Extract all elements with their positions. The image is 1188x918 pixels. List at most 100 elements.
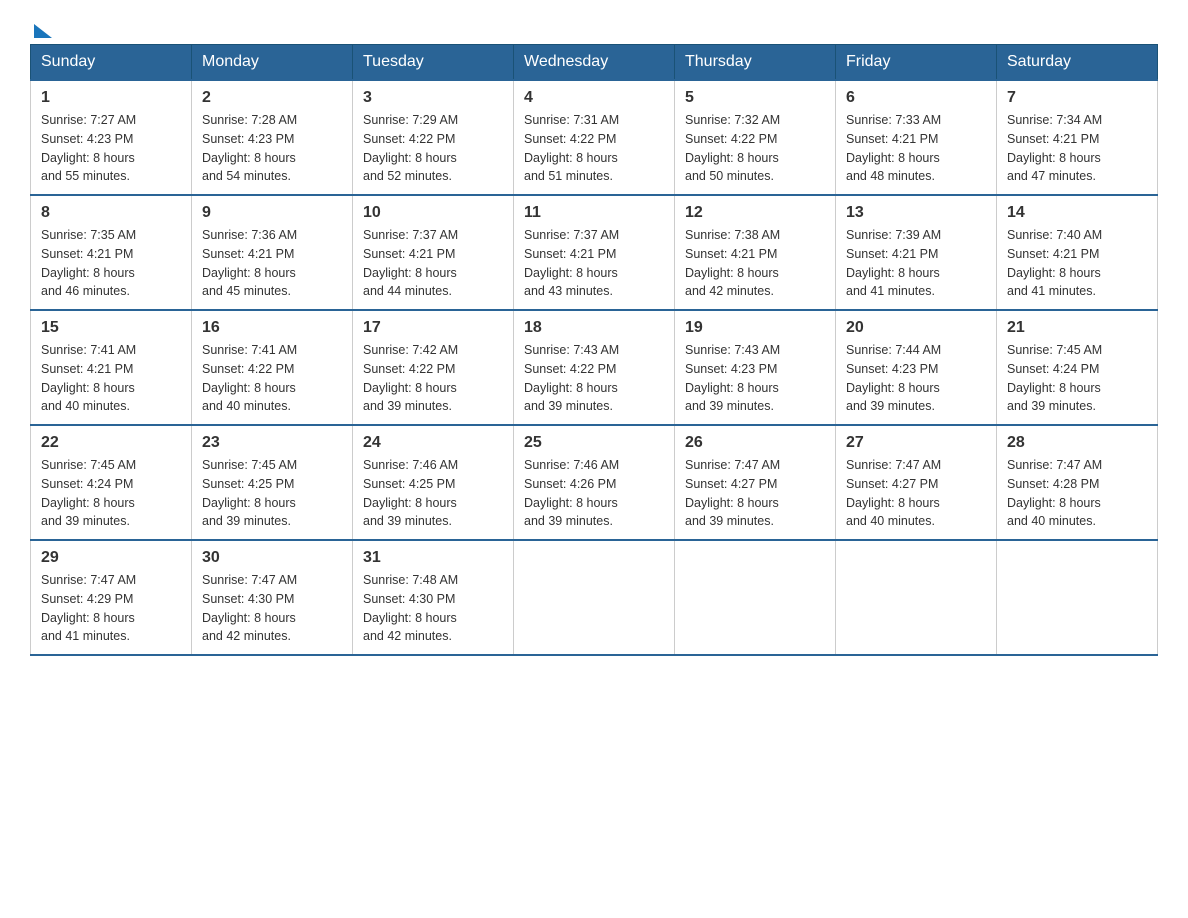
day-info: Sunrise: 7:37 AMSunset: 4:21 PMDaylight:…: [524, 226, 664, 301]
calendar-cell: 27 Sunrise: 7:47 AMSunset: 4:27 PMDaylig…: [836, 425, 997, 540]
calendar-header-row: SundayMondayTuesdayWednesdayThursdayFrid…: [31, 45, 1158, 81]
day-number: 14: [1007, 204, 1147, 222]
calendar-day-header: Wednesday: [514, 45, 675, 81]
calendar-cell: 7 Sunrise: 7:34 AMSunset: 4:21 PMDayligh…: [997, 80, 1158, 195]
calendar-cell: 10 Sunrise: 7:37 AMSunset: 4:21 PMDaylig…: [353, 195, 514, 310]
day-info: Sunrise: 7:47 AMSunset: 4:28 PMDaylight:…: [1007, 456, 1147, 531]
calendar-cell: [675, 540, 836, 655]
calendar-cell: 12 Sunrise: 7:38 AMSunset: 4:21 PMDaylig…: [675, 195, 836, 310]
day-info: Sunrise: 7:35 AMSunset: 4:21 PMDaylight:…: [41, 226, 181, 301]
calendar-cell: 24 Sunrise: 7:46 AMSunset: 4:25 PMDaylig…: [353, 425, 514, 540]
calendar-day-header: Monday: [192, 45, 353, 81]
day-number: 29: [41, 549, 181, 567]
day-info: Sunrise: 7:27 AMSunset: 4:23 PMDaylight:…: [41, 111, 181, 186]
day-number: 7: [1007, 89, 1147, 107]
calendar-cell: 30 Sunrise: 7:47 AMSunset: 4:30 PMDaylig…: [192, 540, 353, 655]
calendar-cell: 28 Sunrise: 7:47 AMSunset: 4:28 PMDaylig…: [997, 425, 1158, 540]
day-number: 30: [202, 549, 342, 567]
day-info: Sunrise: 7:47 AMSunset: 4:29 PMDaylight:…: [41, 571, 181, 646]
day-number: 31: [363, 549, 503, 567]
day-number: 17: [363, 319, 503, 337]
day-info: Sunrise: 7:46 AMSunset: 4:26 PMDaylight:…: [524, 456, 664, 531]
day-number: 10: [363, 204, 503, 222]
calendar-week-row: 1 Sunrise: 7:27 AMSunset: 4:23 PMDayligh…: [31, 80, 1158, 195]
calendar-cell: 19 Sunrise: 7:43 AMSunset: 4:23 PMDaylig…: [675, 310, 836, 425]
calendar-week-row: 29 Sunrise: 7:47 AMSunset: 4:29 PMDaylig…: [31, 540, 1158, 655]
calendar-week-row: 15 Sunrise: 7:41 AMSunset: 4:21 PMDaylig…: [31, 310, 1158, 425]
day-number: 5: [685, 89, 825, 107]
logo: [30, 20, 52, 34]
day-info: Sunrise: 7:41 AMSunset: 4:21 PMDaylight:…: [41, 341, 181, 416]
calendar-cell: 9 Sunrise: 7:36 AMSunset: 4:21 PMDayligh…: [192, 195, 353, 310]
calendar-cell: 22 Sunrise: 7:45 AMSunset: 4:24 PMDaylig…: [31, 425, 192, 540]
day-info: Sunrise: 7:33 AMSunset: 4:21 PMDaylight:…: [846, 111, 986, 186]
calendar-cell: 1 Sunrise: 7:27 AMSunset: 4:23 PMDayligh…: [31, 80, 192, 195]
day-info: Sunrise: 7:42 AMSunset: 4:22 PMDaylight:…: [363, 341, 503, 416]
day-info: Sunrise: 7:38 AMSunset: 4:21 PMDaylight:…: [685, 226, 825, 301]
calendar-day-header: Sunday: [31, 45, 192, 81]
day-info: Sunrise: 7:46 AMSunset: 4:25 PMDaylight:…: [363, 456, 503, 531]
day-number: 24: [363, 434, 503, 452]
day-info: Sunrise: 7:40 AMSunset: 4:21 PMDaylight:…: [1007, 226, 1147, 301]
calendar-cell: 17 Sunrise: 7:42 AMSunset: 4:22 PMDaylig…: [353, 310, 514, 425]
calendar-day-header: Friday: [836, 45, 997, 81]
day-info: Sunrise: 7:45 AMSunset: 4:24 PMDaylight:…: [1007, 341, 1147, 416]
calendar-cell: [836, 540, 997, 655]
calendar-cell: 23 Sunrise: 7:45 AMSunset: 4:25 PMDaylig…: [192, 425, 353, 540]
calendar-cell: [997, 540, 1158, 655]
day-info: Sunrise: 7:47 AMSunset: 4:30 PMDaylight:…: [202, 571, 342, 646]
calendar-cell: 6 Sunrise: 7:33 AMSunset: 4:21 PMDayligh…: [836, 80, 997, 195]
day-info: Sunrise: 7:44 AMSunset: 4:23 PMDaylight:…: [846, 341, 986, 416]
day-number: 25: [524, 434, 664, 452]
day-number: 27: [846, 434, 986, 452]
calendar-cell: 4 Sunrise: 7:31 AMSunset: 4:22 PMDayligh…: [514, 80, 675, 195]
calendar-cell: 2 Sunrise: 7:28 AMSunset: 4:23 PMDayligh…: [192, 80, 353, 195]
calendar-cell: 14 Sunrise: 7:40 AMSunset: 4:21 PMDaylig…: [997, 195, 1158, 310]
calendar-week-row: 22 Sunrise: 7:45 AMSunset: 4:24 PMDaylig…: [31, 425, 1158, 540]
calendar-cell: 5 Sunrise: 7:32 AMSunset: 4:22 PMDayligh…: [675, 80, 836, 195]
calendar-cell: 18 Sunrise: 7:43 AMSunset: 4:22 PMDaylig…: [514, 310, 675, 425]
day-number: 21: [1007, 319, 1147, 337]
day-number: 6: [846, 89, 986, 107]
day-number: 28: [1007, 434, 1147, 452]
calendar-cell: 15 Sunrise: 7:41 AMSunset: 4:21 PMDaylig…: [31, 310, 192, 425]
day-number: 20: [846, 319, 986, 337]
day-number: 2: [202, 89, 342, 107]
day-info: Sunrise: 7:43 AMSunset: 4:22 PMDaylight:…: [524, 341, 664, 416]
day-number: 13: [846, 204, 986, 222]
calendar-cell: 11 Sunrise: 7:37 AMSunset: 4:21 PMDaylig…: [514, 195, 675, 310]
day-number: 23: [202, 434, 342, 452]
calendar-cell: 13 Sunrise: 7:39 AMSunset: 4:21 PMDaylig…: [836, 195, 997, 310]
day-number: 1: [41, 89, 181, 107]
day-info: Sunrise: 7:43 AMSunset: 4:23 PMDaylight:…: [685, 341, 825, 416]
day-info: Sunrise: 7:45 AMSunset: 4:24 PMDaylight:…: [41, 456, 181, 531]
day-number: 22: [41, 434, 181, 452]
calendar-week-row: 8 Sunrise: 7:35 AMSunset: 4:21 PMDayligh…: [31, 195, 1158, 310]
page-header: [30, 20, 1158, 34]
day-info: Sunrise: 7:37 AMSunset: 4:21 PMDaylight:…: [363, 226, 503, 301]
day-number: 26: [685, 434, 825, 452]
day-info: Sunrise: 7:34 AMSunset: 4:21 PMDaylight:…: [1007, 111, 1147, 186]
calendar-cell: 25 Sunrise: 7:46 AMSunset: 4:26 PMDaylig…: [514, 425, 675, 540]
calendar-cell: 8 Sunrise: 7:35 AMSunset: 4:21 PMDayligh…: [31, 195, 192, 310]
day-number: 9: [202, 204, 342, 222]
day-number: 12: [685, 204, 825, 222]
day-info: Sunrise: 7:36 AMSunset: 4:21 PMDaylight:…: [202, 226, 342, 301]
day-info: Sunrise: 7:28 AMSunset: 4:23 PMDaylight:…: [202, 111, 342, 186]
day-info: Sunrise: 7:41 AMSunset: 4:22 PMDaylight:…: [202, 341, 342, 416]
day-info: Sunrise: 7:32 AMSunset: 4:22 PMDaylight:…: [685, 111, 825, 186]
day-info: Sunrise: 7:47 AMSunset: 4:27 PMDaylight:…: [846, 456, 986, 531]
day-number: 3: [363, 89, 503, 107]
day-info: Sunrise: 7:39 AMSunset: 4:21 PMDaylight:…: [846, 226, 986, 301]
day-number: 19: [685, 319, 825, 337]
day-number: 15: [41, 319, 181, 337]
calendar-cell: 21 Sunrise: 7:45 AMSunset: 4:24 PMDaylig…: [997, 310, 1158, 425]
day-number: 18: [524, 319, 664, 337]
day-info: Sunrise: 7:31 AMSunset: 4:22 PMDaylight:…: [524, 111, 664, 186]
day-number: 8: [41, 204, 181, 222]
day-number: 11: [524, 204, 664, 222]
calendar-day-header: Tuesday: [353, 45, 514, 81]
day-info: Sunrise: 7:29 AMSunset: 4:22 PMDaylight:…: [363, 111, 503, 186]
calendar-cell: 26 Sunrise: 7:47 AMSunset: 4:27 PMDaylig…: [675, 425, 836, 540]
calendar-cell: 20 Sunrise: 7:44 AMSunset: 4:23 PMDaylig…: [836, 310, 997, 425]
